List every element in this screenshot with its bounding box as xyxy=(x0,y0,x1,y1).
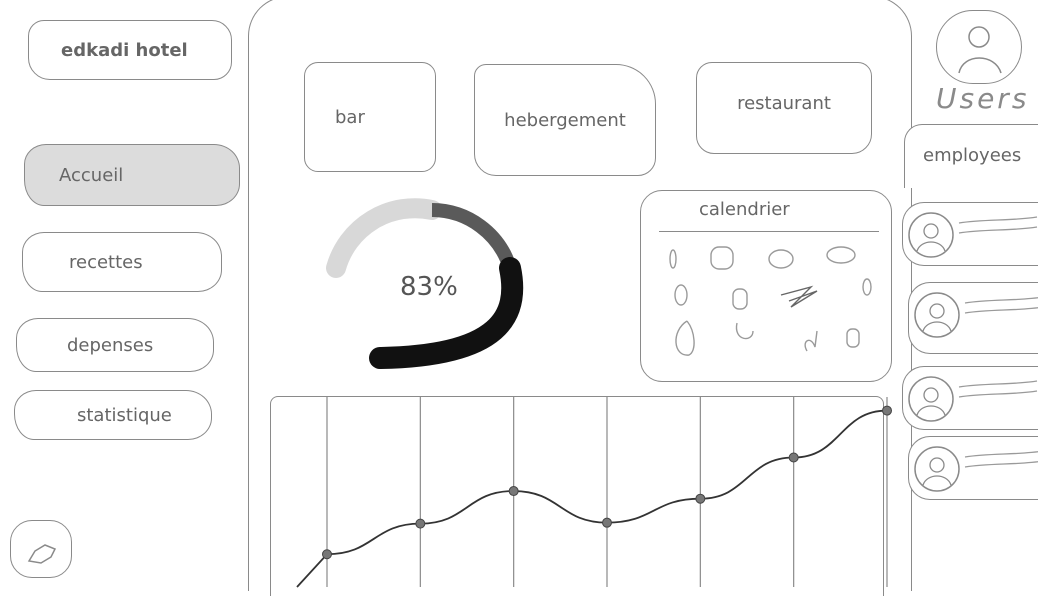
exit-icon xyxy=(27,544,57,564)
sidebar-item-label: statistique xyxy=(77,404,172,426)
chart-point[interactable] xyxy=(695,493,706,504)
employees-title: employees xyxy=(923,145,1022,166)
chart-point[interactable] xyxy=(602,517,612,528)
employee-avatar-icon xyxy=(908,376,1038,422)
users-label: Users xyxy=(936,82,1030,115)
category-card-bar[interactable]: bar xyxy=(304,62,436,172)
calendar-day xyxy=(669,249,677,269)
app-title-box: edkadi hotel xyxy=(28,20,232,80)
employee-avatar-icon xyxy=(914,446,1038,492)
sidebar-item-label: depenses xyxy=(67,334,154,356)
chart-point[interactable] xyxy=(882,405,892,416)
calendar-day xyxy=(862,278,872,296)
employees-panel[interactable]: employees xyxy=(904,124,1038,188)
sidebar-item-label: recettes xyxy=(69,251,143,273)
logout-button[interactable] xyxy=(10,520,72,578)
employee-row[interactable] xyxy=(902,202,1038,266)
chart-point[interactable] xyxy=(788,452,799,463)
users-avatar-button[interactable] xyxy=(936,10,1022,84)
sidebar-item-recettes[interactable]: recettes xyxy=(22,232,222,292)
calendar-day xyxy=(675,320,695,356)
chart-canvas xyxy=(296,397,892,588)
calendar-day xyxy=(846,328,860,348)
employee-avatar-icon xyxy=(908,212,1038,258)
sidebar-item-statistique[interactable]: statistique xyxy=(14,390,212,440)
user-icon xyxy=(958,26,1002,74)
calendar-day xyxy=(735,322,754,340)
chart-point[interactable] xyxy=(322,549,332,560)
progress-gauge: 83% xyxy=(320,196,530,376)
calendar-day xyxy=(710,246,734,270)
line-chart xyxy=(270,396,892,596)
category-label: restaurant xyxy=(737,93,831,114)
category-label: bar xyxy=(335,106,365,128)
calendar-day xyxy=(768,249,794,269)
employee-row[interactable] xyxy=(902,366,1038,430)
app-title: edkadi hotel xyxy=(61,39,188,61)
sidebar-item-label: Accueil xyxy=(59,164,124,186)
gauge-arc-mid xyxy=(431,203,517,271)
gauge-percent: 83% xyxy=(400,272,458,302)
category-card-restaurant[interactable]: restaurant xyxy=(696,62,872,154)
sidebar-item-accueil[interactable]: Accueil xyxy=(24,144,240,206)
chart-point[interactable] xyxy=(508,486,519,497)
calendar-day xyxy=(674,284,688,306)
employee-row[interactable] xyxy=(908,282,1038,354)
calendar-day xyxy=(804,330,818,352)
employee-row[interactable] xyxy=(908,436,1038,500)
calendar-days-grid xyxy=(669,246,872,356)
calendar-widget[interactable]: calendrier xyxy=(640,190,892,382)
chart-point[interactable] xyxy=(415,518,426,529)
gauge-arc-light xyxy=(326,198,442,278)
employee-avatar-icon xyxy=(914,292,1038,338)
sidebar-item-depenses[interactable]: depenses xyxy=(16,318,214,372)
calendar-day-selected xyxy=(780,285,818,308)
calendar-day xyxy=(732,288,748,310)
calendar-day xyxy=(826,246,856,264)
category-label: hebergement xyxy=(504,109,626,131)
chart-series-line xyxy=(296,409,888,588)
category-card-hebergement[interactable]: hebergement xyxy=(474,64,656,176)
